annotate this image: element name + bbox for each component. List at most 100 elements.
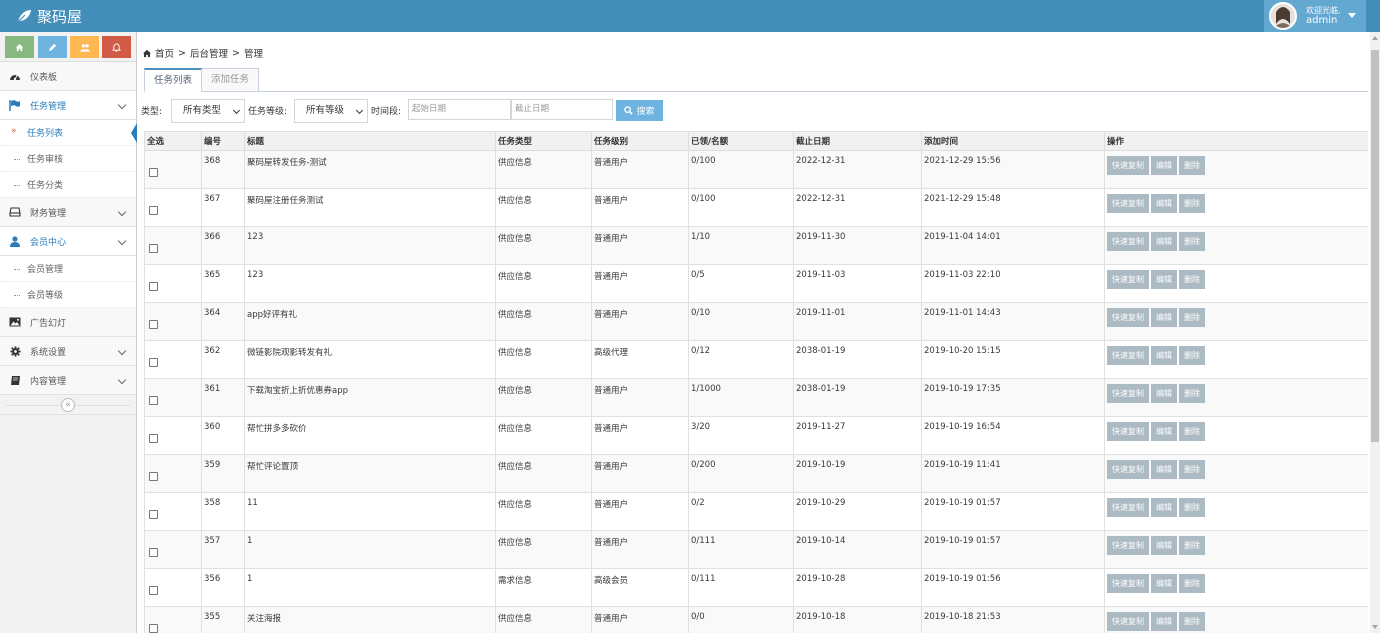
delete-button[interactable]: 删除 xyxy=(1179,498,1205,517)
task-deadline: 2019-10-19 xyxy=(793,454,922,493)
edit-button[interactable]: 编辑 xyxy=(1151,612,1177,631)
quick-copy-button[interactable]: 快速复制 xyxy=(1107,156,1149,175)
delete-button[interactable]: 删除 xyxy=(1179,308,1205,327)
sidebar-item-ads[interactable]: 广告幻灯 xyxy=(0,308,136,337)
shortcut-pencil-button[interactable] xyxy=(38,36,67,58)
sidebar-subitem-member-level[interactable]: 会员等级 xyxy=(0,282,136,308)
edit-button[interactable]: 编辑 xyxy=(1151,346,1177,365)
tree-dash xyxy=(14,295,20,296)
sidebar-subitem-member-management[interactable]: 会员管理 xyxy=(0,256,136,282)
sidebar-item-label: 会员中心 xyxy=(30,237,67,248)
edit-button[interactable]: 编辑 xyxy=(1151,270,1177,289)
delete-button[interactable]: 删除 xyxy=(1179,156,1205,175)
breadcrumb-admin[interactable]: 后台管理 xyxy=(190,46,228,60)
task-type: 供应信息 xyxy=(495,606,592,633)
quick-copy-button[interactable]: 快速复制 xyxy=(1107,536,1149,555)
quick-copy-button[interactable]: 快速复制 xyxy=(1107,232,1149,251)
delete-button[interactable]: 删除 xyxy=(1179,346,1205,365)
quick-copy-button[interactable]: 快速复制 xyxy=(1107,270,1149,289)
row-checkbox[interactable] xyxy=(149,433,158,443)
shortcut-users-button[interactable] xyxy=(70,36,99,58)
quick-copy-button[interactable]: 快速复制 xyxy=(1107,422,1149,441)
sidebar-subitem-task-list[interactable]: » 任务列表 xyxy=(0,120,137,146)
sidebar-item-member-center[interactable]: 会员中心 xyxy=(0,227,136,256)
edit-button[interactable]: 编辑 xyxy=(1151,498,1177,517)
quick-copy-button[interactable]: 快速复制 xyxy=(1107,498,1149,517)
sidebar-item-content-management[interactable]: 内容管理 xyxy=(0,366,136,395)
type-select[interactable]: 所有类型 xyxy=(171,99,245,123)
start-date-input[interactable]: 起始日期 xyxy=(408,99,511,120)
edit-button[interactable]: 编辑 xyxy=(1151,308,1177,327)
row-checkbox[interactable] xyxy=(149,395,158,405)
row-checkbox[interactable] xyxy=(149,547,158,557)
select-all-header[interactable]: 全选 xyxy=(144,131,202,151)
brand-logo[interactable]: 聚码屋 xyxy=(16,6,82,26)
end-date-input[interactable]: 截止日期 xyxy=(511,99,613,120)
page-scrollbar[interactable] xyxy=(1370,32,1380,633)
row-checkbox[interactable] xyxy=(149,205,158,215)
delete-button[interactable]: 删除 xyxy=(1179,574,1205,593)
quick-copy-button[interactable]: 快速复制 xyxy=(1107,194,1149,213)
delete-button[interactable]: 删除 xyxy=(1179,422,1205,441)
edit-button[interactable]: 编辑 xyxy=(1151,156,1177,175)
edit-button[interactable]: 编辑 xyxy=(1151,460,1177,479)
task-level: 普通用户 xyxy=(591,454,689,493)
quick-copy-button[interactable]: 快速复制 xyxy=(1107,308,1149,327)
row-checkbox[interactable] xyxy=(149,357,158,367)
task-level: 普通用户 xyxy=(591,302,689,341)
tab-add-task[interactable]: 添加任务 xyxy=(202,68,260,92)
quick-copy-button[interactable]: 快速复制 xyxy=(1107,574,1149,593)
delete-button[interactable]: 删除 xyxy=(1179,536,1205,555)
task-deadline: 2019-11-30 xyxy=(793,226,922,265)
row-checkbox[interactable] xyxy=(149,623,158,633)
scrollbar-thumb[interactable] xyxy=(1371,50,1379,442)
shortcut-bell-button[interactable] xyxy=(102,36,131,58)
edit-button[interactable]: 编辑 xyxy=(1151,422,1177,441)
sidebar-subitem-task-review[interactable]: 任务审核 xyxy=(0,146,136,172)
quick-copy-button[interactable]: 快速复制 xyxy=(1107,612,1149,631)
delete-button[interactable]: 删除 xyxy=(1179,384,1205,403)
edit-button[interactable]: 编辑 xyxy=(1151,232,1177,251)
row-checkbox[interactable] xyxy=(149,281,158,291)
scroll-down-icon[interactable] xyxy=(1372,625,1378,629)
edit-button[interactable]: 编辑 xyxy=(1151,384,1177,403)
sidebar-item-task-management[interactable]: 任务管理 xyxy=(0,91,136,120)
tab-task-list[interactable]: 任务列表 xyxy=(144,68,203,92)
quick-copy-button[interactable]: 快速复制 xyxy=(1107,346,1149,365)
sidebar-item-label: 广告幻灯 xyxy=(30,318,67,329)
cog-icon xyxy=(9,345,21,357)
search-button[interactable]: 搜索 xyxy=(616,100,663,121)
row-checkbox[interactable] xyxy=(149,509,158,519)
delete-button[interactable]: 删除 xyxy=(1179,270,1205,289)
level-select[interactable]: 所有等级 xyxy=(294,99,368,123)
quick-copy-button[interactable]: 快速复制 xyxy=(1107,384,1149,403)
sidebar-subitem-task-category[interactable]: 任务分类 xyxy=(0,172,136,198)
sidebar-item-dashboard[interactable]: 仪表板 xyxy=(0,62,136,91)
delete-button[interactable]: 删除 xyxy=(1179,460,1205,479)
edit-button[interactable]: 编辑 xyxy=(1151,574,1177,593)
delete-button[interactable]: 删除 xyxy=(1179,194,1205,213)
type-select-value: 所有类型 xyxy=(183,105,222,116)
quick-copy-button[interactable]: 快速复制 xyxy=(1107,460,1149,479)
edit-button[interactable]: 编辑 xyxy=(1151,536,1177,555)
delete-button[interactable]: 删除 xyxy=(1179,232,1205,251)
sidebar-item-finance[interactable]: 财务管理 xyxy=(0,198,136,227)
breadcrumb-home[interactable]: 首页 xyxy=(155,46,174,60)
row-checkbox[interactable] xyxy=(149,243,158,253)
edit-button[interactable]: 编辑 xyxy=(1151,194,1177,213)
task-id: 360 xyxy=(201,416,245,455)
row-checkbox[interactable] xyxy=(149,319,158,329)
row-checkbox[interactable] xyxy=(149,471,158,481)
delete-button[interactable]: 删除 xyxy=(1179,612,1205,631)
task-type: 供应信息 xyxy=(495,530,592,569)
shortcut-home-button[interactable] xyxy=(5,36,34,58)
sidebar-item-system-settings[interactable]: 系统设置 xyxy=(0,337,136,366)
collapse-sidebar-button[interactable]: « xyxy=(61,398,75,412)
table-header-row: 全选 编号 标题 任务类型 任务级别 已领/名额 截止日期 添加时间 操作 xyxy=(144,131,1368,151)
table-row: 366 123 供应信息 普通用户 1/10 2019-11-30 2019-11-04 1… xyxy=(144,226,1368,265)
row-checkbox[interactable] xyxy=(149,167,158,177)
user-menu[interactable]: 欢迎光临, admin xyxy=(1264,0,1366,32)
row-checkbox[interactable] xyxy=(149,585,158,595)
scroll-up-icon[interactable] xyxy=(1372,36,1378,40)
task-level: 普通用户 xyxy=(591,530,689,569)
